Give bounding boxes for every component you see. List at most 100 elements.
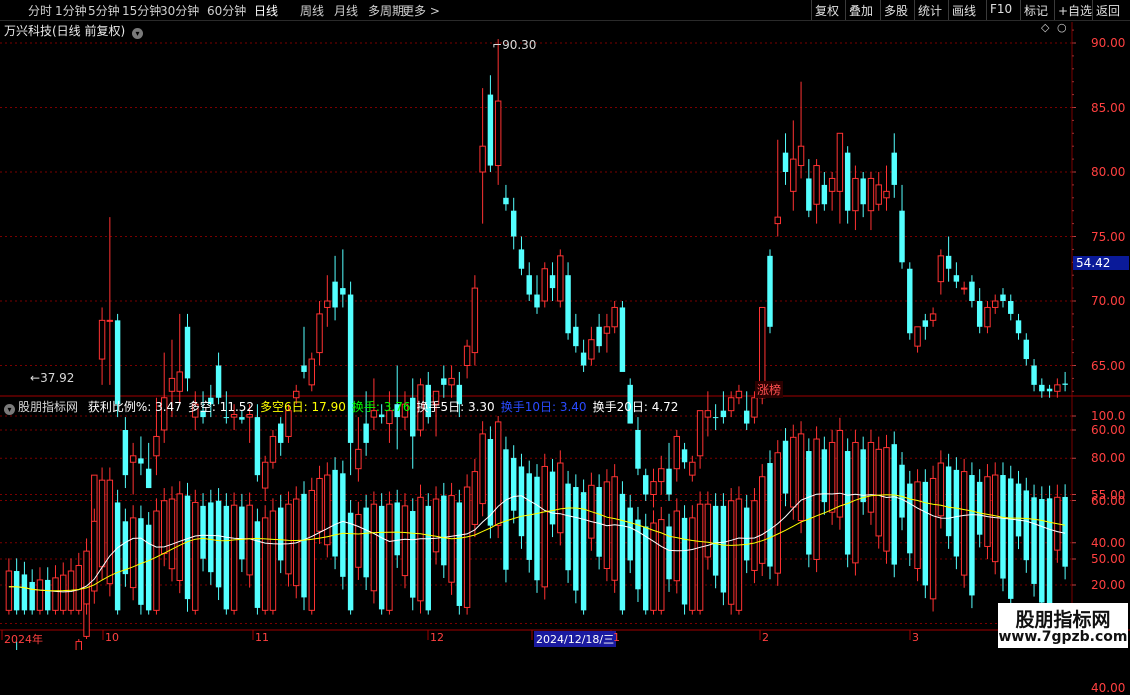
indicator-bar: [494, 421, 502, 526]
candle-body: [557, 255, 564, 302]
indicator-bar: [75, 565, 82, 611]
candle-body: [976, 301, 983, 327]
price-axis-label: 70.00: [1091, 294, 1126, 308]
candle-body: [875, 184, 882, 205]
candle-body: [122, 430, 129, 476]
candle: [526, 262, 532, 301]
indicator-bar: [425, 505, 431, 611]
circle-icon[interactable]: ○: [1057, 21, 1067, 34]
candle: [844, 146, 851, 224]
kline-chart[interactable]: [0, 0, 1130, 650]
candle-body: [806, 178, 812, 211]
indicator-bar: [332, 469, 338, 557]
indicator-bar: [1031, 497, 1037, 584]
candle: [448, 365, 455, 398]
candle: [441, 365, 447, 398]
candle-body: [1046, 388, 1053, 392]
candle-body: [471, 287, 479, 354]
candle: [215, 352, 222, 405]
candle: [735, 384, 743, 405]
candle-body: [114, 320, 121, 405]
price-axis-label: 65.00: [1091, 358, 1126, 373]
diamond-icon[interactable]: ◇: [1041, 21, 1049, 34]
indicator-bar: [285, 503, 292, 575]
candle: [976, 288, 983, 334]
candle: [767, 249, 773, 334]
indicator-bar: [370, 503, 378, 592]
indicator-bar: [479, 433, 486, 505]
price-axis-label: 60.00: [1091, 423, 1126, 437]
candle: [261, 455, 269, 501]
candle: [355, 417, 362, 482]
candle: [867, 172, 875, 231]
indicator-axis-label: 80.00: [1091, 451, 1126, 466]
candle-body: [580, 352, 587, 366]
candle-body: [168, 377, 176, 392]
candle: [503, 184, 509, 211]
chevron-down-icon[interactable]: ▾: [4, 404, 15, 415]
candle-body: [106, 319, 114, 322]
candle-body: [619, 307, 626, 372]
indicator-bar: [52, 577, 59, 611]
candle-body: [891, 152, 897, 185]
candle: [176, 313, 183, 405]
candle-body: [541, 268, 548, 302]
candle-body: [269, 435, 277, 463]
indicator-bar: [643, 526, 649, 611]
price-axis-label: 75.00: [1091, 229, 1126, 244]
candle-body: [666, 468, 672, 495]
indicator-bar: [441, 495, 447, 566]
candle: [277, 417, 284, 456]
low-price-marker: ←37.92: [30, 371, 75, 385]
candle-body: [852, 177, 859, 212]
candle-body: [899, 210, 905, 263]
candle: [184, 313, 191, 392]
indicator-bar: [929, 477, 937, 600]
indicator-bar: [557, 462, 564, 534]
candle: [510, 197, 517, 250]
indicator-bar: [518, 466, 525, 537]
indicator-bar: [992, 474, 999, 563]
indicator-bar: [324, 474, 331, 546]
candle: [534, 275, 540, 314]
indicator-header[interactable]: ▾ 股朋指标网 获利比例%: 3.47 多空: 11.52 多空6日: 17.90 换手…: [4, 398, 678, 415]
indicator-bar: [13, 571, 20, 611]
candle-body: [239, 417, 245, 420]
indicator-bar: [153, 510, 160, 611]
indicator-bar: [891, 444, 897, 565]
candle: [332, 255, 338, 321]
indicator-bar: [386, 503, 393, 611]
stock-title[interactable]: 万兴科技(日线 前复权) ▾: [4, 22, 144, 39]
candle-body: [184, 326, 191, 379]
indicator-bar: [960, 471, 968, 576]
indicator-bar: [627, 507, 633, 561]
candle: [565, 262, 571, 340]
candle-body: [549, 275, 556, 289]
indicator-bar: [666, 526, 672, 580]
candle: [1054, 378, 1061, 398]
indicator-bar: [596, 487, 602, 557]
indicator-bar: [5, 570, 13, 611]
watermark: 股朋指标网 www.7gpzb.com: [998, 603, 1128, 648]
indicator-bar: [114, 502, 121, 611]
indicator-bar: [611, 476, 618, 581]
indicator-bar: [743, 507, 750, 561]
candle-body: [867, 177, 875, 212]
candle-body: [215, 365, 222, 398]
candle-body: [611, 306, 618, 328]
candle-body: [1008, 301, 1014, 314]
candle: [518, 236, 525, 276]
indicator-bar: [735, 498, 743, 611]
indicator-bar: [456, 502, 463, 606]
candle: [619, 301, 626, 372]
indicator-bar: [471, 471, 479, 525]
candle-body: [883, 190, 890, 199]
indicator-value-4: 换手5日: 3.30: [416, 400, 495, 414]
indicator-bar: [21, 574, 28, 611]
event-tag[interactable]: 涨榜: [755, 381, 784, 398]
indicator-bar: [696, 503, 704, 611]
indicator-bar: [1039, 499, 1045, 603]
chevron-down-icon[interactable]: ▾: [132, 28, 144, 39]
indicator-bar: [301, 493, 307, 598]
indicator-bar: [534, 476, 540, 581]
